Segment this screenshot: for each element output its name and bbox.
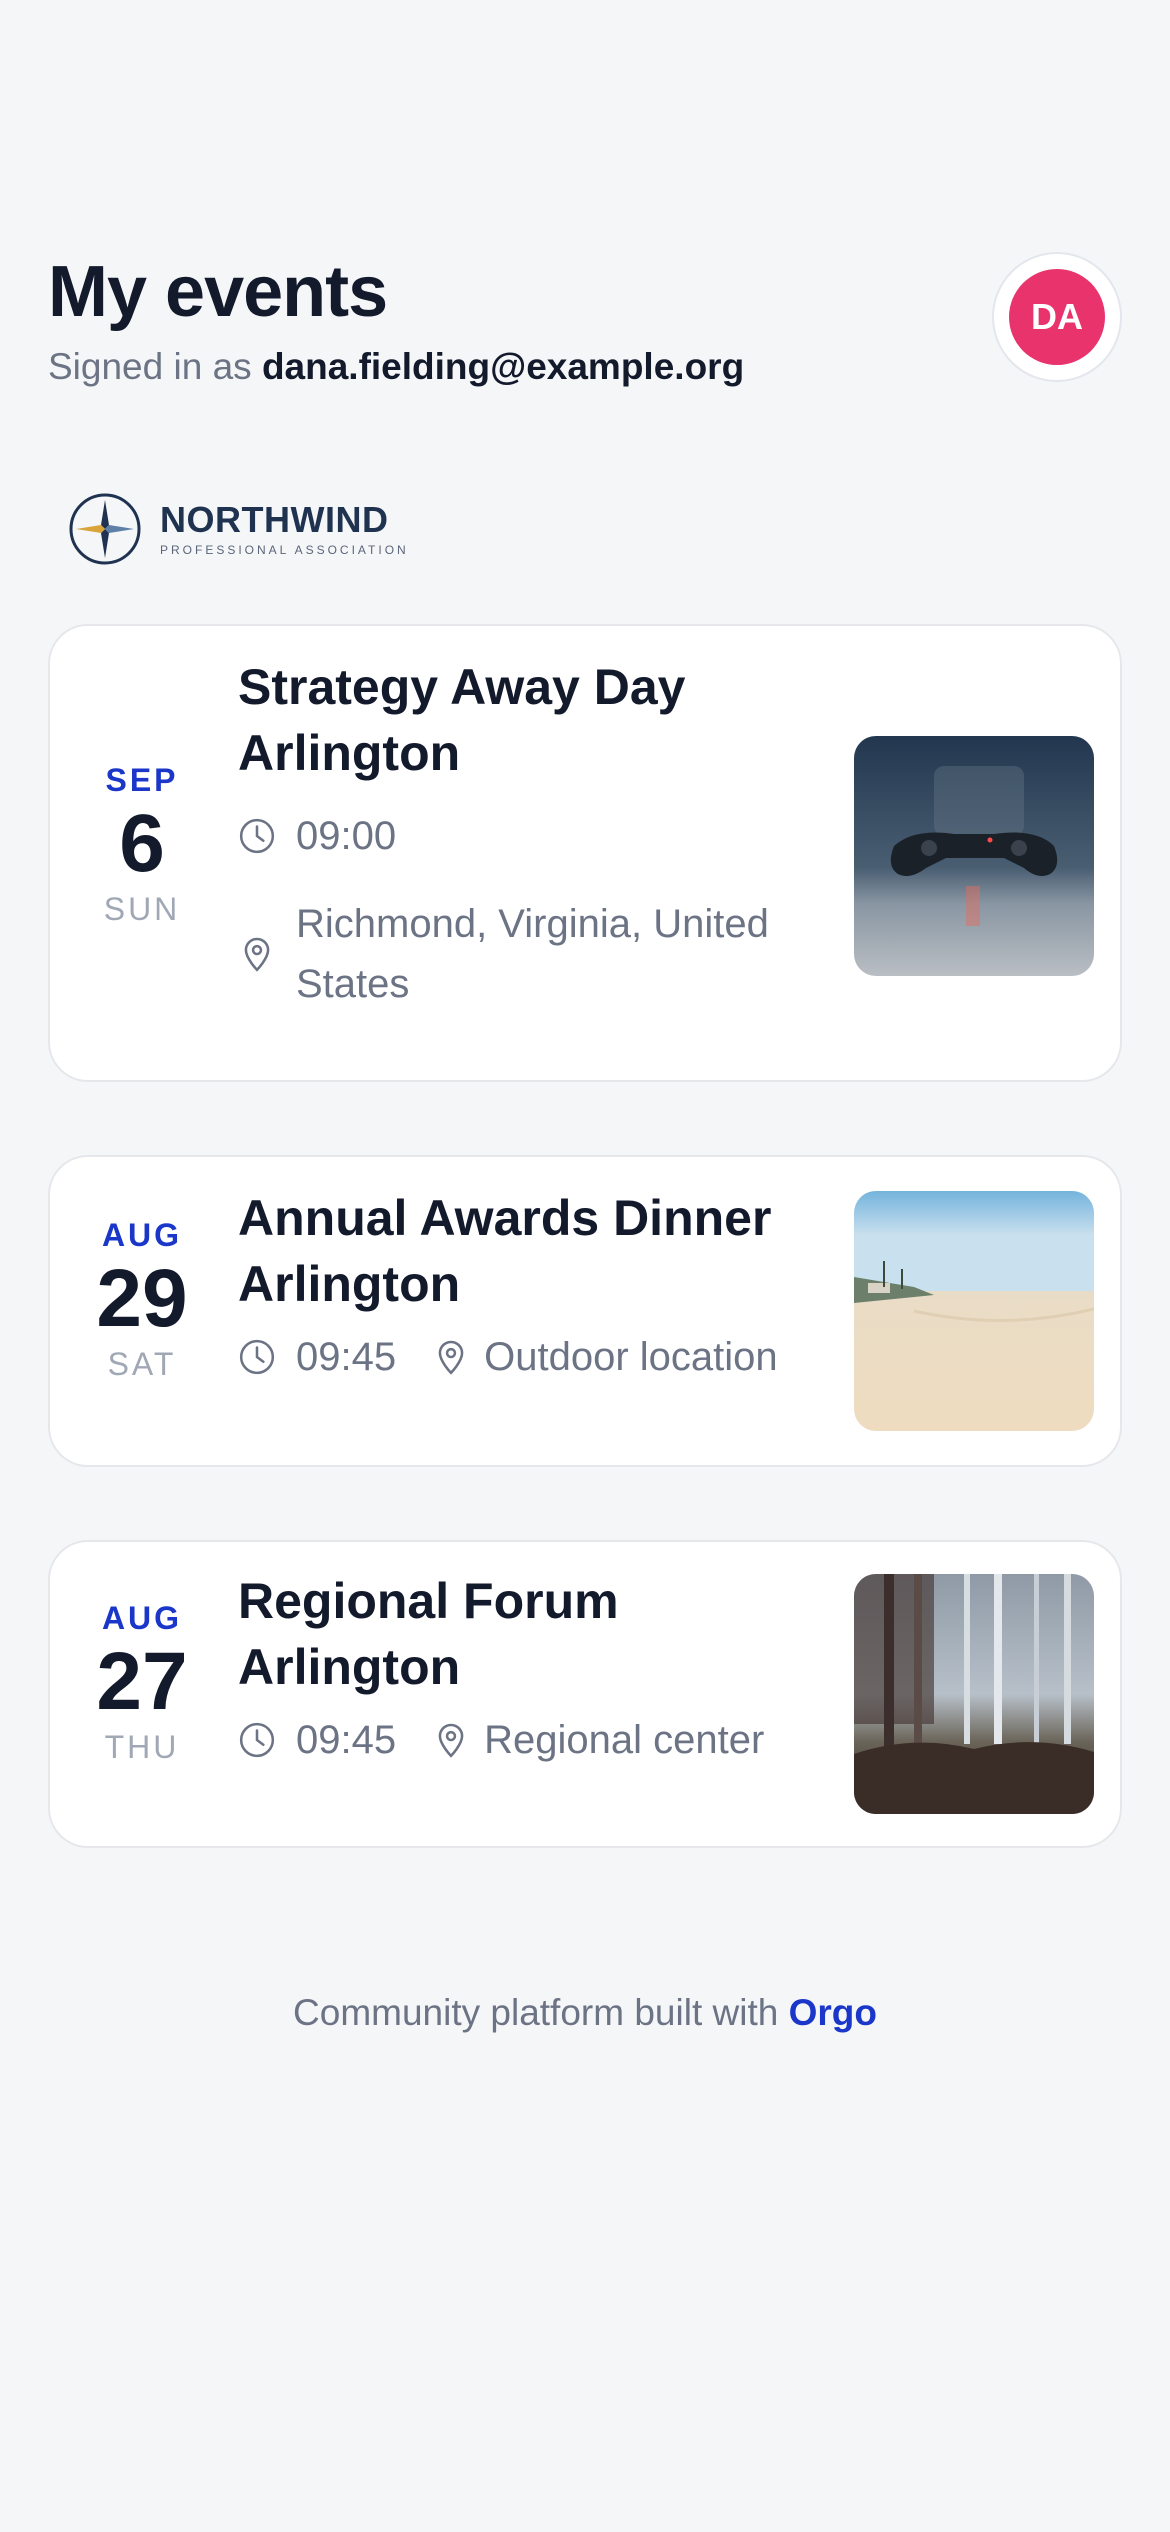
compass-star-icon	[69, 493, 141, 565]
event-title: Strategy Away Day Arlington	[238, 654, 798, 786]
event-title: Regional Forum Arlington	[238, 1568, 798, 1700]
event-month: AUG	[101, 1217, 183, 1253]
event-title-line: Arlington	[238, 1256, 461, 1312]
event-date: AUG 29 SAT	[52, 1217, 232, 1383]
event-image	[854, 1191, 1094, 1431]
event-location-text: Outdoor location	[484, 1335, 778, 1379]
orgo-link[interactable]: Orgo	[789, 1992, 877, 2033]
event-time-text: 09:45	[296, 1335, 397, 1379]
logo-name: NORTHWIND	[160, 499, 389, 540]
event-image	[854, 736, 1094, 976]
map-pin-icon	[432, 1327, 476, 1387]
footer: Community platform built with Orgo	[0, 1992, 1170, 2034]
event-image	[854, 1574, 1094, 1814]
event-weekday: SUN	[103, 891, 181, 927]
event-info: Annual Awards Dinner Arlington 09:45 Out…	[238, 1185, 798, 1387]
avatar: DA	[1009, 269, 1105, 365]
event-meta: 09:45 Outdoor location	[238, 1327, 798, 1387]
event-location-line: Richmond, Virginia, United	[296, 902, 769, 946]
event-meta: 09:45 Regional center	[238, 1710, 798, 1770]
page-header: My events Signed in as dana.fielding@exa…	[48, 250, 1122, 388]
event-title-line: Arlington	[238, 1639, 461, 1695]
event-location-text: Richmond, Virginia, United States	[296, 894, 769, 1014]
signed-in-info: Signed in as dana.fielding@example.org	[48, 346, 1122, 388]
event-date: SEP 6 SUN	[52, 762, 232, 928]
clock-icon	[238, 1327, 282, 1387]
event-time-text: 09:45	[296, 1718, 397, 1762]
event-title-line: Strategy Away Day	[238, 659, 686, 715]
event-title: Annual Awards Dinner Arlington	[238, 1185, 798, 1317]
event-month: AUG	[101, 1600, 183, 1636]
signed-in-prefix: Signed in as	[48, 346, 252, 387]
clock-icon	[238, 806, 282, 866]
game-controller-photo	[854, 736, 1094, 976]
event-month: SEP	[105, 762, 179, 798]
forest-photo	[854, 1574, 1094, 1814]
event-time-text: 09:00	[296, 814, 397, 858]
footer-text: Community platform built with	[293, 1992, 779, 2033]
event-info: Strategy Away Day Arlington 09:00 Richmo…	[238, 654, 798, 1014]
clock-icon	[238, 1710, 282, 1770]
event-location-line: States	[296, 962, 410, 1006]
event-location: Richmond, Virginia, United States	[238, 894, 798, 1014]
map-pin-icon	[238, 894, 282, 1014]
page-title: My events	[48, 252, 388, 332]
event-card[interactable]: SEP 6 SUN Strategy Away Day Arlington 09…	[48, 624, 1122, 1082]
event-info: Regional Forum Arlington 09:45 Regional …	[238, 1568, 798, 1770]
logo-subtitle: PROFESSIONAL ASSOCIATION	[160, 543, 409, 557]
event-date: AUG 27 THU	[52, 1600, 232, 1766]
event-card[interactable]: AUG 29 SAT Annual Awards Dinner Arlingto…	[48, 1155, 1122, 1467]
event-day: 27	[96, 1636, 188, 1727]
event-card[interactable]: AUG 27 THU Regional Forum Arlington 09:4…	[48, 1540, 1122, 1848]
event-title-line: Regional Forum	[238, 1573, 619, 1629]
event-title-line: Arlington	[238, 725, 461, 781]
event-location-text: Regional center	[484, 1718, 765, 1762]
organization-logo: NORTHWIND PROFESSIONAL ASSOCIATION	[68, 492, 409, 566]
avatar-button[interactable]: DA	[992, 252, 1122, 382]
beach-photo	[854, 1191, 1094, 1431]
map-pin-icon	[432, 1710, 476, 1770]
event-weekday: SAT	[107, 1346, 177, 1382]
event-day: 6	[119, 798, 165, 889]
event-weekday: THU	[104, 1729, 180, 1765]
event-title-line: Annual Awards Dinner	[238, 1190, 772, 1246]
user-email: dana.fielding@example.org	[261, 346, 745, 387]
event-day: 29	[96, 1253, 188, 1344]
event-time: 09:00	[238, 806, 798, 866]
